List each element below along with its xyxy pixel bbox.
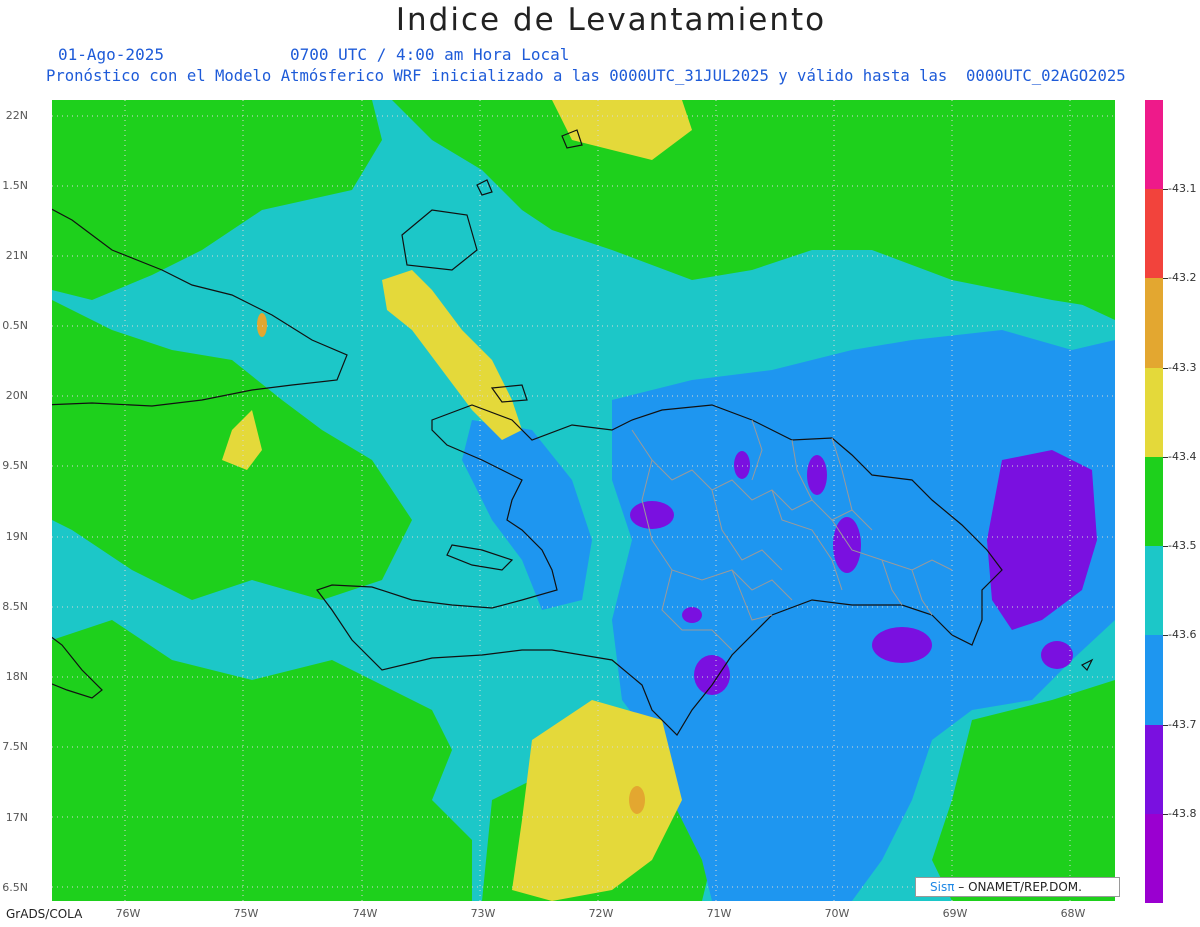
field-purple-patch	[630, 501, 674, 529]
y-axis-label: 0.5N	[2, 319, 28, 332]
sis-logo: Sisπ	[930, 880, 955, 894]
credit-text: – ONAMET/REP.DOM.	[954, 880, 1082, 894]
colorbar-segment	[1145, 456, 1163, 547]
map-title: Indice de Levantamiento	[395, 2, 827, 38]
colorbar-segment	[1145, 635, 1163, 726]
colorbar-label: -43.3	[1168, 360, 1197, 374]
field-purple-patch	[694, 655, 730, 695]
y-axis-label: 18N	[5, 670, 28, 683]
x-axis-label: 71W	[706, 907, 732, 920]
y-axis-label: 17N	[5, 811, 28, 824]
field-orange-spot	[257, 313, 267, 337]
x-axis-label: 72W	[588, 907, 614, 920]
field-purple-patch	[682, 607, 702, 623]
y-axis-label: 20N	[5, 389, 28, 402]
field-orange-spot	[629, 786, 645, 814]
lifted-index-map	[52, 100, 1115, 901]
colorbar-segment	[1145, 278, 1163, 369]
colorbar-label: -43.1	[1168, 182, 1197, 196]
colorbar-label: -43.8	[1168, 806, 1197, 820]
x-axis-label: 73W	[470, 907, 496, 920]
colorbar-segment	[1145, 724, 1163, 815]
colorbar-label: -43.7	[1168, 717, 1197, 731]
x-axis-label: 76W	[115, 907, 141, 920]
y-axis-label: 7.5N	[2, 740, 28, 753]
colorbar-segment	[1145, 813, 1163, 904]
forecast-date: 01-Ago-2025	[58, 45, 164, 64]
forecast-description: Pronóstico con el Modelo Atmósferico WRF…	[46, 67, 1126, 85]
field-purple-patch	[734, 451, 750, 479]
field-purple-patch	[833, 517, 861, 573]
field-purple-patch	[807, 455, 827, 495]
x-axis-label: 68W	[1060, 907, 1086, 920]
y-axis-label: 6.5N	[2, 881, 28, 894]
colorbar-segment	[1145, 367, 1163, 458]
colorbar-label: -43.4	[1168, 449, 1197, 463]
field-purple-patch	[1041, 641, 1073, 669]
forecast-time: 0700 UTC / 4:00 am Hora Local	[290, 45, 570, 64]
colorbar	[1145, 100, 1163, 904]
colorbar-label: -43.5	[1168, 539, 1197, 553]
colorbar-label: -43.2	[1168, 271, 1197, 285]
grads-footer: GrADS/COLA	[6, 907, 83, 921]
colorbar-segment	[1145, 100, 1163, 190]
field-purple-patch	[872, 627, 932, 663]
y-axis-label: 9.5N	[2, 459, 28, 472]
y-axis-label: 22N	[5, 109, 28, 122]
y-axis-label: 1.5N	[2, 179, 28, 192]
x-axis-label: 70W	[824, 907, 850, 920]
x-axis-label: 69W	[942, 907, 968, 920]
x-axis-label: 75W	[233, 907, 259, 920]
y-axis-label: 19N	[5, 530, 28, 543]
y-axis-label: 21N	[5, 249, 28, 262]
credit-box: Sisπ – ONAMET/REP.DOM.	[915, 877, 1120, 897]
colorbar-label: -43.6	[1168, 628, 1197, 642]
x-axis-label: 74W	[352, 907, 378, 920]
y-axis-label: 8.5N	[2, 600, 28, 613]
colorbar-segment	[1145, 546, 1163, 636]
colorbar-segment	[1145, 189, 1163, 279]
